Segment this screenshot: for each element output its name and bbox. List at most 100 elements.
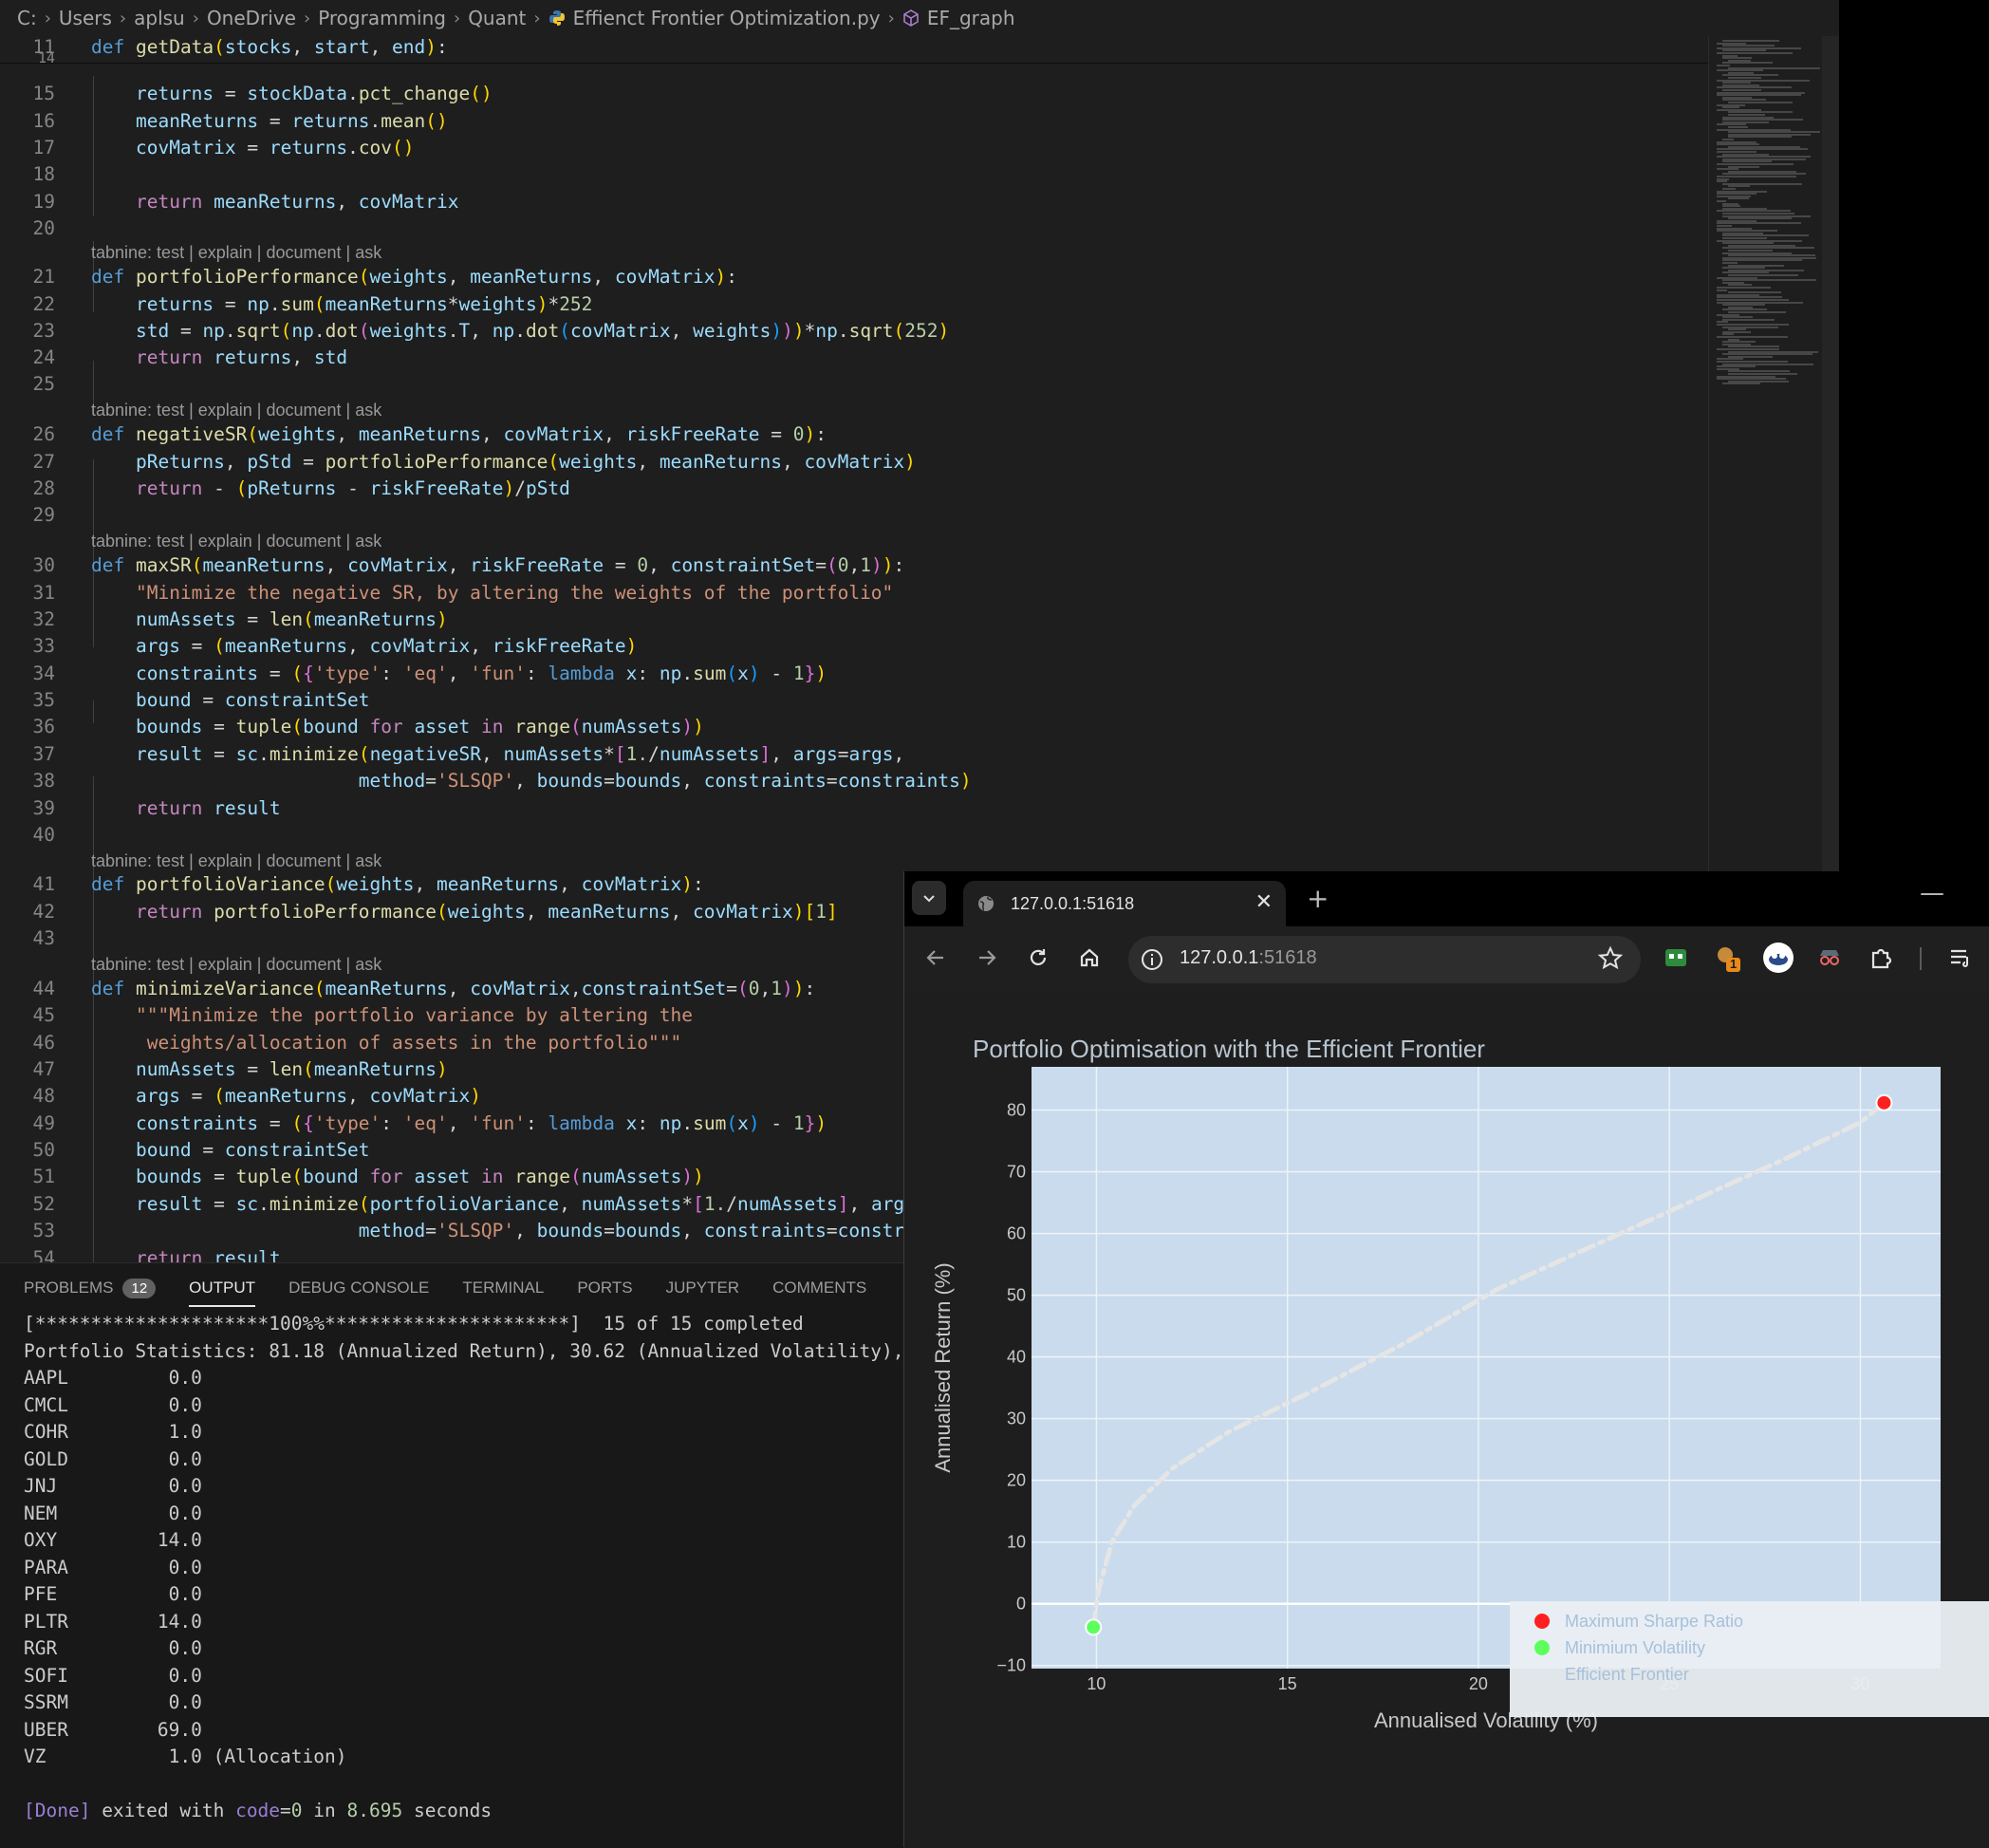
line-number: 51 bbox=[32, 1166, 55, 1187]
breadcrumb-item-quant[interactable]: Quant bbox=[468, 7, 526, 29]
code-line[interactable]: def portfolioVariance(weights, meanRetur… bbox=[91, 873, 704, 895]
chevron-right-icon: › bbox=[453, 8, 461, 28]
browser-tab[interactable]: 127.0.0.1:51618 ✕ bbox=[963, 881, 1286, 926]
breadcrumb-file[interactable]: Effienct Frontier Optimization.py bbox=[573, 7, 881, 29]
tab-comments[interactable]: COMMENTS bbox=[772, 1263, 866, 1313]
star-icon[interactable] bbox=[1597, 945, 1624, 972]
tab-terminal[interactable]: TERMINAL bbox=[462, 1263, 544, 1313]
code-line[interactable]: bounds = tuple(bound for asset in range(… bbox=[91, 1166, 704, 1187]
python-file-icon bbox=[548, 10, 565, 26]
editor-scrollbar[interactable] bbox=[1822, 36, 1839, 871]
chevron-right-icon: › bbox=[192, 8, 199, 28]
reading-list-icon[interactable] bbox=[1944, 942, 1977, 974]
code-line[interactable]: return - (pReturns - riskFreeRate)/pStd bbox=[91, 477, 570, 499]
efficient-frontier-chart[interactable]: 1015202530−1001020304050607080Annualised… bbox=[904, 993, 1989, 1847]
breadcrumb-item-users[interactable]: Users bbox=[59, 7, 112, 29]
extensions-puzzle-icon[interactable] bbox=[1865, 942, 1897, 974]
line-number: 38 bbox=[32, 770, 55, 792]
breadcrumb-item-drive[interactable]: C: bbox=[17, 7, 37, 29]
code-line[interactable]: bounds = tuple(bound for asset in range(… bbox=[91, 716, 704, 737]
breadcrumb-symbol[interactable]: EF_graph bbox=[927, 7, 1015, 29]
code-line[interactable]: numAssets = len(meanReturns) bbox=[91, 608, 448, 630]
reload-icon[interactable] bbox=[1022, 942, 1054, 974]
code-line[interactable]: return result bbox=[91, 797, 281, 819]
code-line[interactable]: returns = stockData.pct_change() bbox=[91, 83, 493, 104]
forward-arrow-icon[interactable] bbox=[971, 942, 1003, 974]
code-line[interactable]: bound = constraintSet bbox=[91, 1139, 370, 1161]
codelens-tabnine[interactable]: tabnine: test | explain | document | ask bbox=[91, 401, 381, 420]
output-log[interactable]: [*********************100%%*************… bbox=[24, 1311, 903, 1825]
line-number: 23 bbox=[32, 320, 55, 342]
line-number: 41 bbox=[32, 873, 55, 895]
url-text: 127.0.0.1:51618 bbox=[1180, 947, 1317, 969]
back-arrow-icon[interactable] bbox=[920, 942, 952, 974]
code-line[interactable]: "Minimize the negative SR, by altering t… bbox=[91, 582, 893, 604]
output-line: JNJ 0.0 bbox=[24, 1475, 202, 1497]
code-line[interactable]: """Minimize the portfolio variance by al… bbox=[91, 1004, 693, 1026]
tab-ports-label: PORTS bbox=[577, 1279, 633, 1297]
minimap-line bbox=[1728, 197, 1749, 200]
code-line[interactable]: std = np.sqrt(np.dot(weights.T, np.dot(c… bbox=[91, 320, 949, 342]
close-icon[interactable]: ✕ bbox=[1255, 890, 1273, 914]
tab-debug-console[interactable]: DEBUG CONSOLE bbox=[288, 1263, 429, 1313]
codelens-tabnine[interactable]: tabnine: test | explain | document | ask bbox=[91, 851, 381, 871]
y-tick-label: 0 bbox=[1016, 1595, 1026, 1614]
extension-spy-icon[interactable] bbox=[1813, 942, 1846, 974]
code-line[interactable]: constraints = ({'type': 'eq', 'fun': lam… bbox=[91, 1112, 827, 1134]
code-line[interactable]: method='SLSQP', bounds=bounds, constrain… bbox=[91, 770, 972, 792]
chevron-down-icon[interactable] bbox=[912, 881, 946, 915]
code-line[interactable]: weights/allocation of assets in the port… bbox=[91, 1032, 682, 1054]
tab-problems[interactable]: PROBLEMS 12 bbox=[24, 1263, 157, 1313]
extension-green-icon[interactable] bbox=[1660, 942, 1692, 974]
breadcrumb-item-onedrive[interactable]: OneDrive bbox=[207, 7, 296, 29]
code-line[interactable]: return result bbox=[91, 1247, 281, 1262]
line-number: 21 bbox=[32, 266, 55, 288]
tab-ports[interactable]: PORTS bbox=[577, 1263, 632, 1313]
minimize-icon[interactable]: — bbox=[1920, 879, 1944, 907]
code-line[interactable]: def negativeSR(weights, meanReturns, cov… bbox=[91, 423, 827, 445]
chevron-right-icon: › bbox=[887, 8, 895, 28]
breadcrumb-item-user[interactable]: aplsu bbox=[134, 7, 185, 29]
sticky-scroll-line[interactable]: def getData(stocks, start, end): bbox=[91, 36, 448, 58]
line-number: 40 bbox=[32, 824, 55, 846]
browser-tab-bar: 127.0.0.1:51618 ✕ + — bbox=[904, 871, 1989, 926]
code-line[interactable]: numAssets = len(meanReturns) bbox=[91, 1058, 448, 1080]
tab-output[interactable]: OUTPUT bbox=[189, 1263, 255, 1313]
code-line[interactable]: return returns, std bbox=[91, 346, 347, 368]
code-line[interactable]: def portfolioPerformance(weights, meanRe… bbox=[91, 266, 737, 288]
code-line[interactable]: constraints = ({'type': 'eq', 'fun': lam… bbox=[91, 663, 827, 684]
codelens-tabnine[interactable]: tabnine: test | explain | document | ask bbox=[91, 243, 381, 263]
info-icon[interactable] bbox=[1140, 947, 1164, 972]
code-line[interactable]: method='SLSQP', bounds=bounds, constrain… bbox=[91, 1220, 916, 1241]
extension-badge-icon[interactable]: 1 bbox=[1711, 942, 1743, 974]
code-line[interactable]: covMatrix = returns.cov() bbox=[91, 137, 415, 159]
tab-terminal-label: TERMINAL bbox=[462, 1279, 545, 1297]
line-number: 48 bbox=[32, 1085, 55, 1107]
output-line: SOFI 0.0 bbox=[24, 1664, 202, 1687]
plus-icon[interactable]: + bbox=[1307, 883, 1329, 914]
home-icon[interactable] bbox=[1073, 942, 1106, 974]
output-line: VZ 1.0 (Allocation) bbox=[24, 1745, 347, 1767]
code-line[interactable]: meanReturns = returns.mean() bbox=[91, 110, 448, 132]
code-line[interactable]: def minimizeVariance(meanReturns, covMat… bbox=[91, 978, 815, 999]
code-line[interactable]: args = (meanReturns, covMatrix) bbox=[91, 1085, 481, 1107]
breadcrumb-item-programming[interactable]: Programming bbox=[318, 7, 446, 29]
address-bar[interactable]: 127.0.0.1:51618 bbox=[1128, 936, 1641, 983]
code-line[interactable]: args = (meanReturns, covMatrix, riskFree… bbox=[91, 635, 637, 657]
extension-circle-icon[interactable] bbox=[1762, 942, 1794, 974]
codelens-tabnine[interactable]: tabnine: test | explain | document | ask bbox=[91, 955, 381, 975]
code-line[interactable]: def maxSR(meanReturns, covMatrix, riskFr… bbox=[91, 554, 904, 576]
output-line: [*********************100%%*************… bbox=[24, 1313, 804, 1335]
code-line[interactable]: return meanReturns, covMatrix bbox=[91, 191, 459, 213]
codelens-tabnine[interactable]: tabnine: test | explain | document | ask bbox=[91, 532, 381, 551]
code-line[interactable]: return portfolioPerformance(weights, mea… bbox=[91, 901, 838, 923]
code-line[interactable]: result = sc.minimize(portfolioVariance, … bbox=[91, 1193, 916, 1215]
code-line[interactable]: result = sc.minimize(negativeSR, numAsse… bbox=[91, 743, 904, 765]
minimap[interactable] bbox=[1708, 36, 1840, 871]
code-line[interactable]: pReturns, pStd = portfolioPerformance(we… bbox=[91, 451, 916, 473]
code-line[interactable]: returns = np.sum(meanReturns*weights)*25… bbox=[91, 293, 592, 315]
line-number: 20 bbox=[32, 217, 55, 239]
code-line[interactable]: bound = constraintSet bbox=[91, 689, 370, 711]
tab-jupyter[interactable]: JUPYTER bbox=[666, 1263, 739, 1313]
min-volatility-point bbox=[1085, 1618, 1103, 1636]
